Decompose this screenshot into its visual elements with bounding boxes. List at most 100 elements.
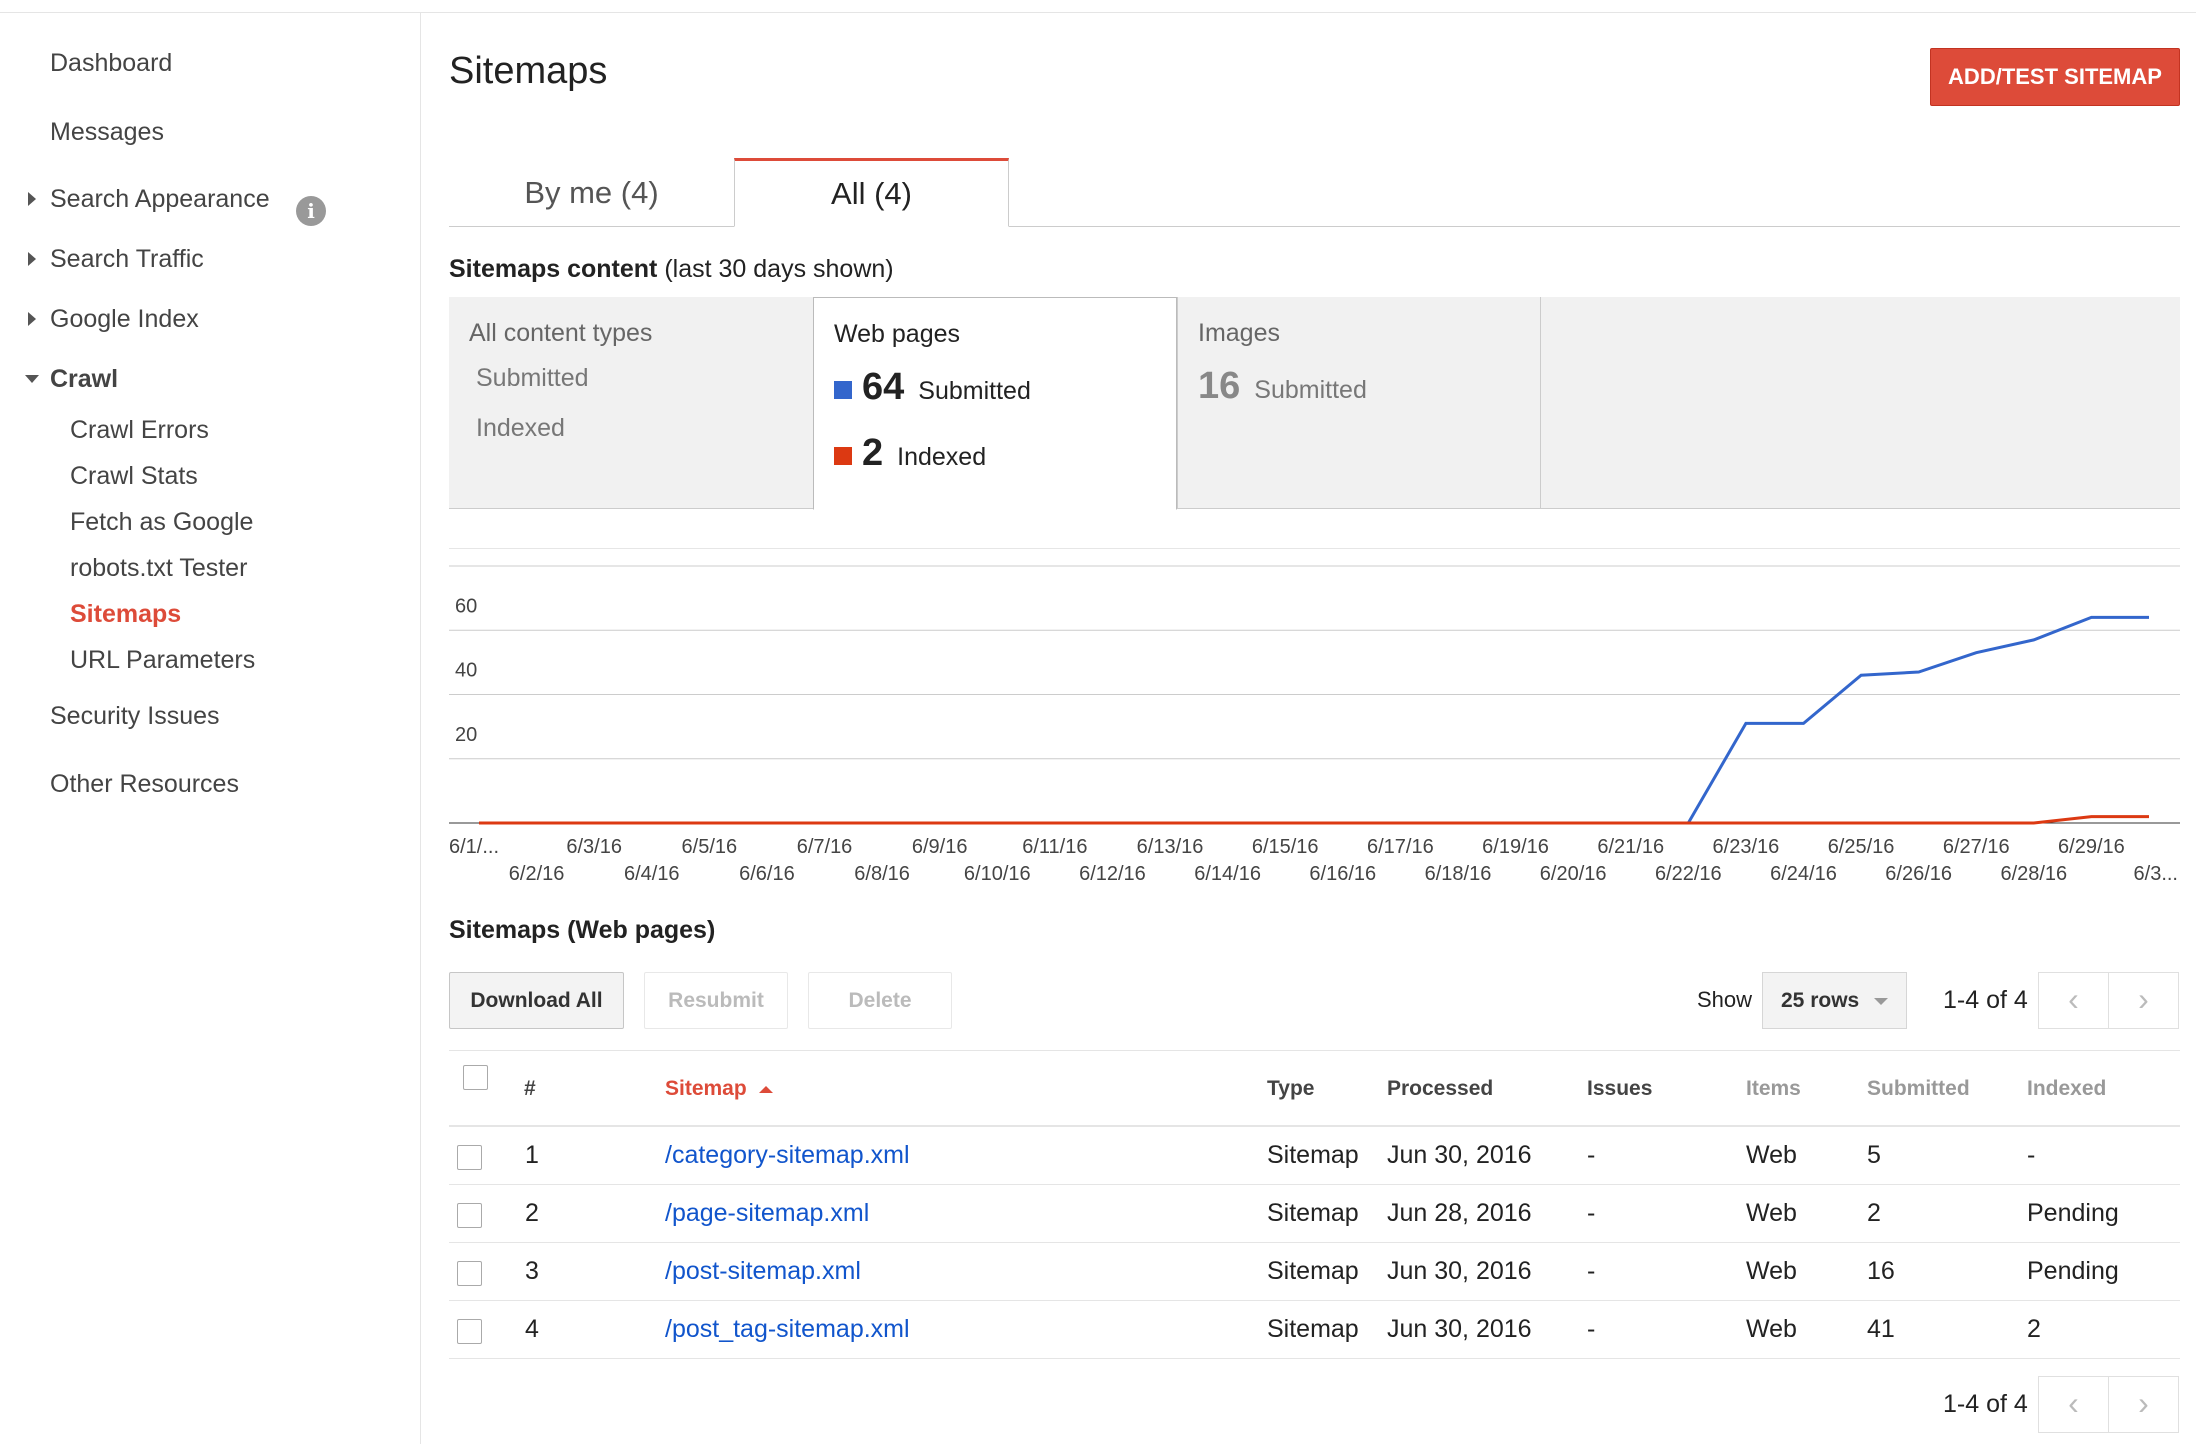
column-header-label: Sitemap [665, 1077, 747, 1100]
rows-per-page-select[interactable]: 25 rows [1762, 972, 1907, 1029]
tab-by-me[interactable]: By me (4) [449, 158, 734, 227]
download-all-button[interactable]: Download All [449, 972, 624, 1029]
sidebar-item-sitemaps[interactable]: Sitemaps [70, 600, 181, 629]
x-tick-label: 6/5/16 [682, 836, 738, 858]
cell-type: Sitemap [1267, 1257, 1359, 1285]
cell-issues: - [1587, 1257, 1596, 1285]
card-submitted-label: Submitted [476, 364, 589, 392]
sitemaps-content-title: Sitemaps content (last 30 days shown) [449, 255, 894, 284]
dropdown-arrow-icon [1874, 998, 1888, 1005]
cell-indexed: 2 [2027, 1315, 2041, 1343]
y-tick-label: 60 [455, 595, 477, 617]
next-page-icon[interactable]: › [2108, 972, 2179, 1029]
x-tick-label: 6/19/16 [1482, 836, 1549, 858]
column-header-sitemap[interactable]: Sitemap [665, 1077, 773, 1101]
card-web-pages[interactable]: Web pages 64 Submitted 2 Indexed [813, 297, 1177, 510]
card-title: Web pages [834, 320, 961, 348]
sitemap-link[interactable]: /category-sitemap.xml [665, 1141, 910, 1170]
column-header-number: # [524, 1077, 536, 1100]
table-row: 1 /category-sitemap.xml Sitemap Jun 30, … [449, 1127, 2180, 1185]
prev-page-icon[interactable]: ‹ [2038, 1376, 2109, 1433]
x-tick-label: 6/7/16 [797, 836, 853, 858]
sitemap-link[interactable]: /page-sitemap.xml [665, 1199, 869, 1228]
row-checkbox[interactable] [457, 1203, 482, 1228]
cell-number: 1 [525, 1141, 539, 1169]
row-checkbox[interactable] [457, 1145, 482, 1170]
sidebar-item-dashboard[interactable]: Dashboard [50, 49, 172, 78]
show-label: Show [1697, 987, 1753, 1012]
resubmit-button[interactable]: Resubmit [644, 972, 788, 1029]
page-title: Sitemaps [449, 50, 608, 92]
x-tick-label: 6/10/16 [964, 863, 1031, 885]
column-header-processed[interactable]: Processed [1387, 1077, 1493, 1101]
cell-processed: Jun 30, 2016 [1387, 1257, 1532, 1285]
x-tick-label: 6/18/16 [1425, 863, 1492, 885]
card-title: All content types [469, 319, 653, 347]
sidebar-item-fetch-as-google[interactable]: Fetch as Google [70, 508, 253, 537]
x-tick-label: 6/24/16 [1770, 863, 1837, 885]
x-tick-label: 6/27/16 [1943, 836, 2010, 858]
info-icon[interactable]: i [296, 196, 326, 226]
select-all-checkbox[interactable] [463, 1065, 488, 1090]
sidebar-item-search-traffic[interactable]: Search Traffic [50, 245, 204, 274]
cell-indexed: Pending [2027, 1199, 2119, 1227]
delete-button[interactable]: Delete [808, 972, 952, 1029]
x-tick-label: 6/4/16 [624, 863, 680, 885]
cell-issues: - [1587, 1315, 1596, 1343]
row-checkbox[interactable] [457, 1319, 482, 1344]
cell-submitted: 2 [1867, 1199, 1881, 1227]
tab-all[interactable]: All (4) [734, 158, 1009, 227]
x-tick-label: 6/22/16 [1655, 863, 1722, 885]
caret-down-icon [25, 375, 39, 383]
table-row: 4 /post_tag-sitemap.xml Sitemap Jun 30, … [449, 1301, 2180, 1359]
row-checkbox[interactable] [457, 1261, 482, 1286]
next-page-icon[interactable]: › [2108, 1376, 2179, 1433]
column-header-issues[interactable]: Issues [1587, 1077, 1652, 1101]
sitemaps-table-title: Sitemaps (Web pages) [449, 916, 716, 944]
sidebar-item-crawl-errors[interactable]: Crawl Errors [70, 416, 209, 445]
cell-submitted: 5 [1867, 1141, 1881, 1169]
x-tick-label: 6/20/16 [1540, 863, 1607, 885]
sidebar-item-messages[interactable]: Messages [50, 118, 164, 147]
prev-page-icon[interactable]: ‹ [2038, 972, 2109, 1029]
cell-indexed: Pending [2027, 1257, 2119, 1285]
cell-items: Web [1746, 1141, 1797, 1169]
add-test-sitemap-button[interactable]: ADD/TEST SITEMAP [1930, 48, 2180, 106]
cell-processed: Jun 30, 2016 [1387, 1315, 1532, 1343]
cell-type: Sitemap [1267, 1199, 1359, 1227]
stat-indexed: 2 Indexed [834, 432, 986, 475]
sitemap-link[interactable]: /post_tag-sitemap.xml [665, 1315, 910, 1344]
sidebar-item-google-index[interactable]: Google Index [50, 305, 199, 334]
x-tick-label: 6/13/16 [1137, 836, 1204, 858]
sitemaps-chart: 204060806/1/...6/2/166/3/166/4/166/5/166… [449, 548, 2180, 885]
sidebar-item-url-parameters[interactable]: URL Parameters [70, 646, 255, 675]
column-header-type[interactable]: Type [1267, 1077, 1314, 1101]
card-indexed-label: Indexed [476, 414, 565, 442]
sidebar-item-search-appearance[interactable]: Search Appearance [50, 185, 270, 214]
cell-type: Sitemap [1267, 1315, 1359, 1343]
cell-number: 4 [525, 1315, 539, 1343]
y-tick-label: 80 [455, 548, 477, 553]
card-images[interactable]: Images 16 Submitted [1177, 297, 1541, 509]
sidebar-item-crawl-stats[interactable]: Crawl Stats [70, 462, 198, 491]
x-tick-label: 6/2/16 [509, 863, 565, 885]
x-tick-label: 6/9/16 [912, 836, 968, 858]
rows-select-value: 25 rows [1781, 989, 1860, 1012]
sidebar-item-robots-tester[interactable]: robots.txt Tester [70, 554, 247, 583]
card-all-content-types[interactable]: All content types Submitted Indexed [449, 297, 814, 509]
sitemap-link[interactable]: /post-sitemap.xml [665, 1257, 861, 1286]
caret-right-icon [28, 312, 36, 326]
sidebar-item-other-resources[interactable]: Other Resources [50, 770, 239, 799]
series-line-indexed [479, 815, 2149, 825]
card-title: Images [1198, 319, 1280, 347]
x-tick-label: 6/25/16 [1828, 836, 1895, 858]
x-tick-label: 6/28/16 [2000, 863, 2067, 885]
sidebar-item-crawl[interactable]: Crawl [50, 365, 118, 394]
stat-submitted: 64 Submitted [834, 366, 1031, 409]
x-tick-label: 6/6/16 [739, 863, 795, 885]
section-note: (last 30 days shown) [664, 255, 894, 283]
sidebar-item-security-issues[interactable]: Security Issues [50, 702, 220, 731]
column-header-indexed: Indexed [2027, 1077, 2107, 1100]
x-tick-label: 6/1/... [449, 836, 499, 858]
stat-submitted: 16 Submitted [1198, 365, 1367, 408]
